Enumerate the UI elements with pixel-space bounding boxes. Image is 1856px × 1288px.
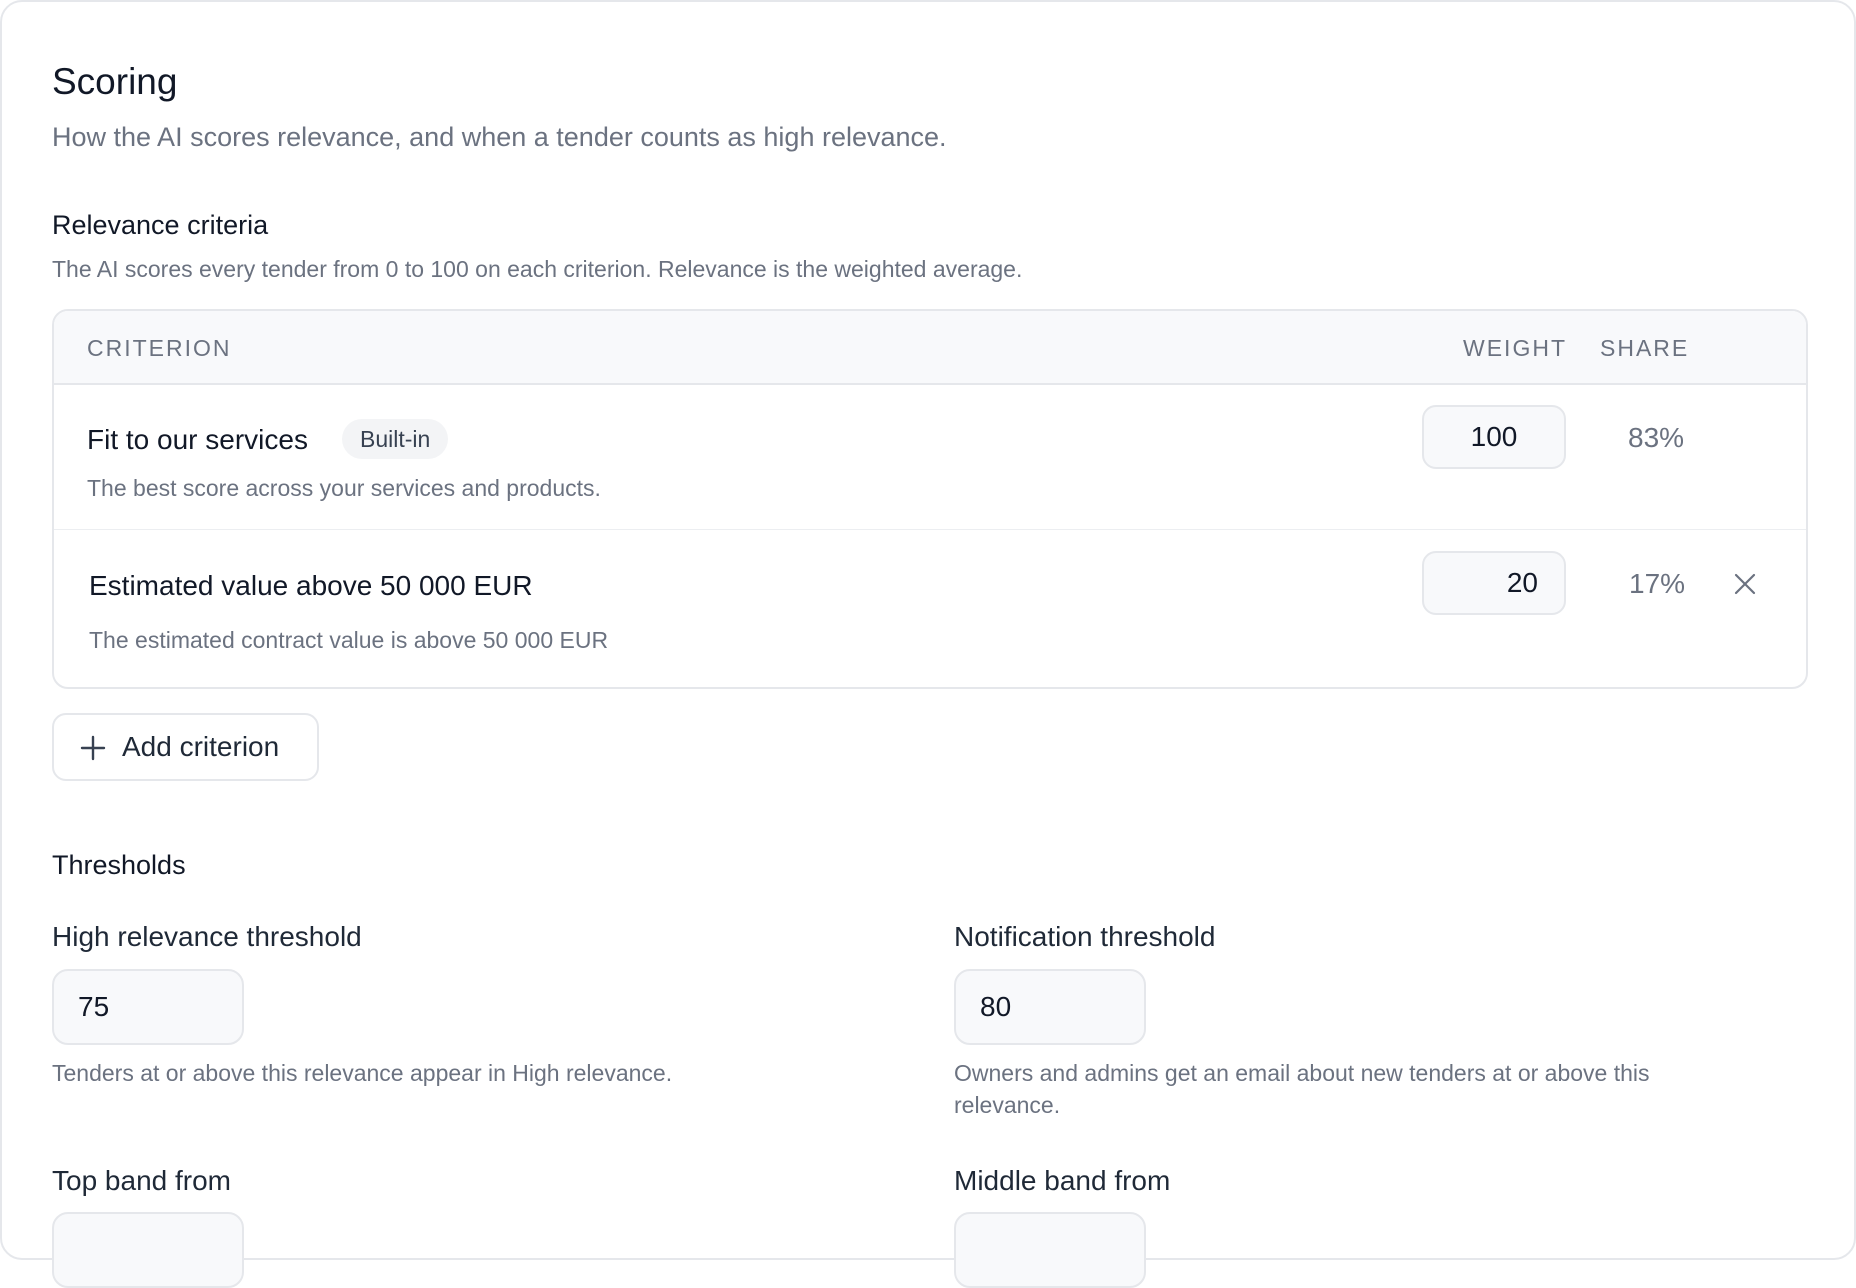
share-value: 83%	[1628, 422, 1685, 453]
scoring-card: Scoring How the AI scores relevance, and…	[0, 0, 1856, 1288]
add-criterion-button[interactable]: Add criterion	[52, 713, 319, 781]
middle-band-label: Middle band from	[954, 1165, 1171, 1196]
criteria-table-header: CRITERION WEIGHT SHARE	[54, 311, 1806, 385]
high-relevance-threshold-help: Tenders at or above this relevance appea…	[52, 1060, 673, 1086]
high-relevance-threshold-input[interactable]: 75	[52, 969, 244, 1045]
criteria-table: CRITERION WEIGHT SHARE Fit to our servic…	[52, 309, 1808, 689]
built-in-badge: Built-in	[342, 419, 449, 459]
criteria-section-title: Relevance criteria	[52, 210, 269, 240]
column-header-weight: WEIGHT	[1463, 335, 1567, 361]
page-title: Scoring	[52, 61, 178, 102]
add-criterion-label: Add criterion	[122, 731, 280, 762]
notification-threshold-label: Notification threshold	[954, 921, 1216, 952]
close-icon[interactable]	[1730, 569, 1760, 599]
row-divider	[54, 529, 1806, 530]
column-header-share: SHARE	[1600, 335, 1690, 361]
plus-icon	[80, 735, 106, 761]
page-subtitle: How the AI scores relevance, and when a …	[52, 122, 947, 152]
weight-input[interactable]: 20	[1422, 551, 1566, 615]
criterion-name: Estimated value above 50 000 EUR	[89, 570, 533, 601]
criteria-section-help: The AI scores every tender from 0 to 100…	[52, 256, 1023, 282]
share-value: 17%	[1629, 568, 1686, 599]
weight-input[interactable]: 100	[1422, 405, 1566, 469]
criterion-description: The estimated contract value is above 50…	[89, 627, 609, 653]
notification-threshold-help: Owners and admins get an email about new…	[954, 1060, 1650, 1118]
column-header-criterion: CRITERION	[87, 335, 232, 361]
criterion-name: Fit to our services	[87, 424, 308, 455]
notification-threshold-input[interactable]: 80	[954, 969, 1146, 1045]
middle-band-input[interactable]	[954, 1212, 1146, 1288]
top-band-input[interactable]	[52, 1212, 244, 1288]
top-band-label: Top band from	[52, 1165, 231, 1196]
criterion-description: The best score across your services and …	[87, 475, 601, 501]
thresholds-section-title: Thresholds	[52, 850, 186, 880]
high-relevance-threshold-label: High relevance threshold	[52, 921, 362, 952]
